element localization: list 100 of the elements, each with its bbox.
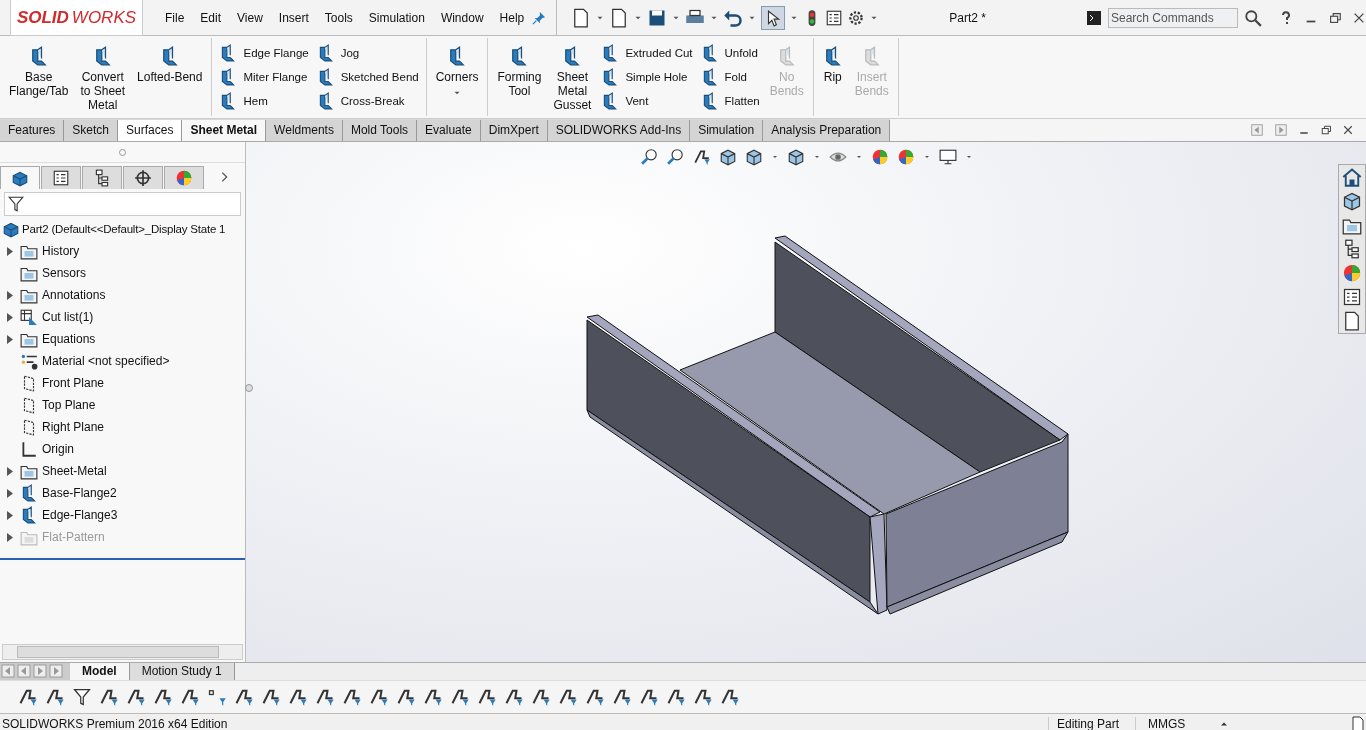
color-wheel-icon[interactable] [871,148,889,166]
settings-icon[interactable] [847,8,866,27]
menu-item[interactable]: View [229,10,271,25]
bottom-tab[interactable]: Model [70,663,130,680]
filter-tool-icon[interactable] [477,687,497,707]
pin-icon[interactable] [532,10,547,25]
menu-item[interactable]: Simulation [360,10,433,25]
expand-arrow-icon[interactable] [7,312,13,322]
tree-item[interactable]: Base-Flange2 [42,486,117,500]
filter-tool-icon[interactable] [342,687,362,707]
panel-tab[interactable] [164,165,204,189]
tree-item[interactable]: Right Plane [42,420,105,434]
tree-item[interactable]: Origin [42,442,74,456]
ribbon-button[interactable]: Sketched Bend [316,68,419,86]
panel-left-icon[interactable] [1250,123,1264,137]
filter-tool-icon[interactable] [288,687,308,707]
ribbon-button[interactable]: Edge Flange [219,44,309,62]
ribbon-button[interactable]: Fold [700,68,760,86]
filter-icon[interactable] [72,687,92,707]
menu-item[interactable]: Insert [270,10,317,25]
panel-tab[interactable] [41,165,81,189]
command-tab[interactable]: Weldments [266,120,343,141]
tree-item[interactable]: Edge-Flange3 [42,508,118,522]
expand-arrow-icon[interactable] [7,334,13,344]
filter-tool-icon[interactable] [558,687,578,707]
ribbon-button[interactable]: Miter Flange [219,68,309,86]
expand-arrow-icon[interactable] [7,290,13,300]
command-tab[interactable]: Surfaces [118,120,183,141]
filter-tool-icon[interactable] [396,687,416,707]
color-wheel-icon[interactable] [1342,263,1362,283]
restore-icon[interactable] [1320,124,1332,136]
ribbon-button[interactable]: Flatten [700,92,760,110]
monitor-icon[interactable] [939,148,957,166]
caret-icon[interactable] [771,153,779,161]
select-button[interactable] [761,5,786,30]
tree-icon[interactable] [1342,239,1362,259]
ribbon-button[interactable]: Jog [316,44,419,62]
cube-icon[interactable] [719,148,737,166]
tree-item[interactable]: Equations [42,332,96,346]
caret-icon[interactable] [923,153,931,161]
filter-tool-icon[interactable] [693,687,713,707]
cube-icon[interactable] [1342,191,1362,211]
filter-tool-icon[interactable] [639,687,659,707]
list-icon[interactable] [1342,287,1362,307]
menu-item[interactable]: Window [432,10,492,25]
ribbon-button[interactable]: Rip [816,42,849,112]
units-selector[interactable]: MMGS [1135,716,1218,730]
panel-tab[interactable] [82,165,122,189]
caret-icon[interactable] [855,153,863,161]
command-tab[interactable]: Simulation [690,120,764,141]
ribbon-button[interactable]: Simple Hole [601,68,693,86]
filter-field[interactable] [4,192,241,216]
cube-icon[interactable] [745,148,763,166]
command-tab[interactable]: SOLIDWORKS Add-Ins [547,120,691,141]
ribbon-button[interactable]: Cross-Break [316,92,419,110]
panel-right-icon[interactable] [1274,123,1288,137]
filter-tool-icon[interactable] [450,687,470,707]
graphics-area[interactable] [246,142,1366,662]
filter-tool-icon[interactable] [720,687,740,707]
menu-item[interactable]: Tools [316,10,361,25]
filter-tool-icon[interactable] [585,687,605,707]
filter-tool-icon[interactable] [612,687,632,707]
ribbon-button[interactable]: Hem [219,92,309,110]
filter-tool-icon[interactable] [261,687,281,707]
close-icon[interactable] [1342,124,1354,136]
filter-tool-icon[interactable] [126,687,146,707]
filter-tool-icon[interactable] [504,687,524,707]
command-tab[interactable]: DimXpert [480,120,548,141]
ribbon-button[interactable]: Convert to Sheet Metal [74,42,132,112]
tree-item[interactable]: Front Plane [42,376,105,390]
expand-arrow-icon[interactable] [7,246,13,256]
restore-icon[interactable] [1328,10,1342,25]
caret-icon[interactable] [965,153,973,161]
filter-tool-icon[interactable] [99,687,119,707]
ribbon-button[interactable]: Extruded Cut [601,44,693,62]
home-icon[interactable] [1342,167,1362,187]
ribbon-button[interactable]: Sheet Metal Gusset [547,42,598,112]
horizontal-scrollbar[interactable] [2,644,243,660]
ribbon-button[interactable]: Unfold [700,44,760,62]
command-tab[interactable]: Evaluate [417,120,481,141]
color-wheel-icon[interactable] [897,148,915,166]
zoom-icon[interactable] [667,148,685,166]
ribbon-button[interactable]: Base Flange/Tab [3,42,75,112]
tree-root[interactable]: Part2 (Default<<Default>_Display State 1 [22,223,226,235]
filter-tool-icon[interactable] [315,687,335,707]
filter-tool-icon[interactable] [531,687,551,707]
filter-tool-icon[interactable] [423,687,443,707]
filter-tool-icon[interactable] [369,687,389,707]
tree-item[interactable]: History [42,244,80,258]
command-tab[interactable]: Mold Tools [342,120,418,141]
filter-tool-icon[interactable] [18,687,38,707]
panel-tab[interactable] [0,165,40,189]
filter-tool-icon[interactable] [180,687,200,707]
expand-arrow-icon[interactable] [7,466,13,476]
list-icon[interactable] [825,8,844,27]
cube-icon[interactable] [787,148,805,166]
menu-item[interactable]: Edit [192,10,229,25]
tree-item[interactable]: Cut list(1) [42,310,94,324]
ribbon-button[interactable]: Lofted-Bend [131,42,209,112]
filter-tool-icon[interactable] [153,687,173,707]
